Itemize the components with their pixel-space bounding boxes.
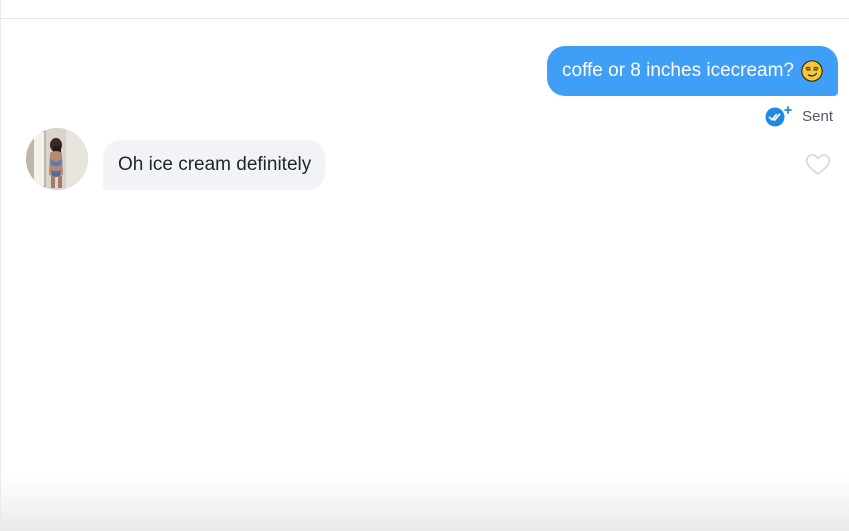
double-check-plus-icon — [764, 105, 794, 127]
header-divider — [1, 18, 849, 19]
outgoing-message-text: coffe or 8 inches icecream? — [562, 60, 794, 81]
avatar[interactable] — [26, 128, 88, 190]
outgoing-message-bubble[interactable]: coffe or 8 inches icecream? — [547, 46, 838, 96]
incoming-message-text: Oh ice cream definitely — [118, 154, 312, 175]
heart-outline-icon[interactable] — [805, 153, 831, 177]
bottom-fade — [1, 476, 849, 531]
chat-window: coffe or 8 inches icecream? Sent Oh ice … — [0, 0, 849, 531]
message-status: Sent — [764, 104, 833, 128]
incoming-message-bubble[interactable]: Oh ice cream definitely — [103, 140, 326, 190]
smirking-face-emoji-icon — [801, 60, 823, 82]
sent-status-label: Sent — [802, 107, 833, 125]
